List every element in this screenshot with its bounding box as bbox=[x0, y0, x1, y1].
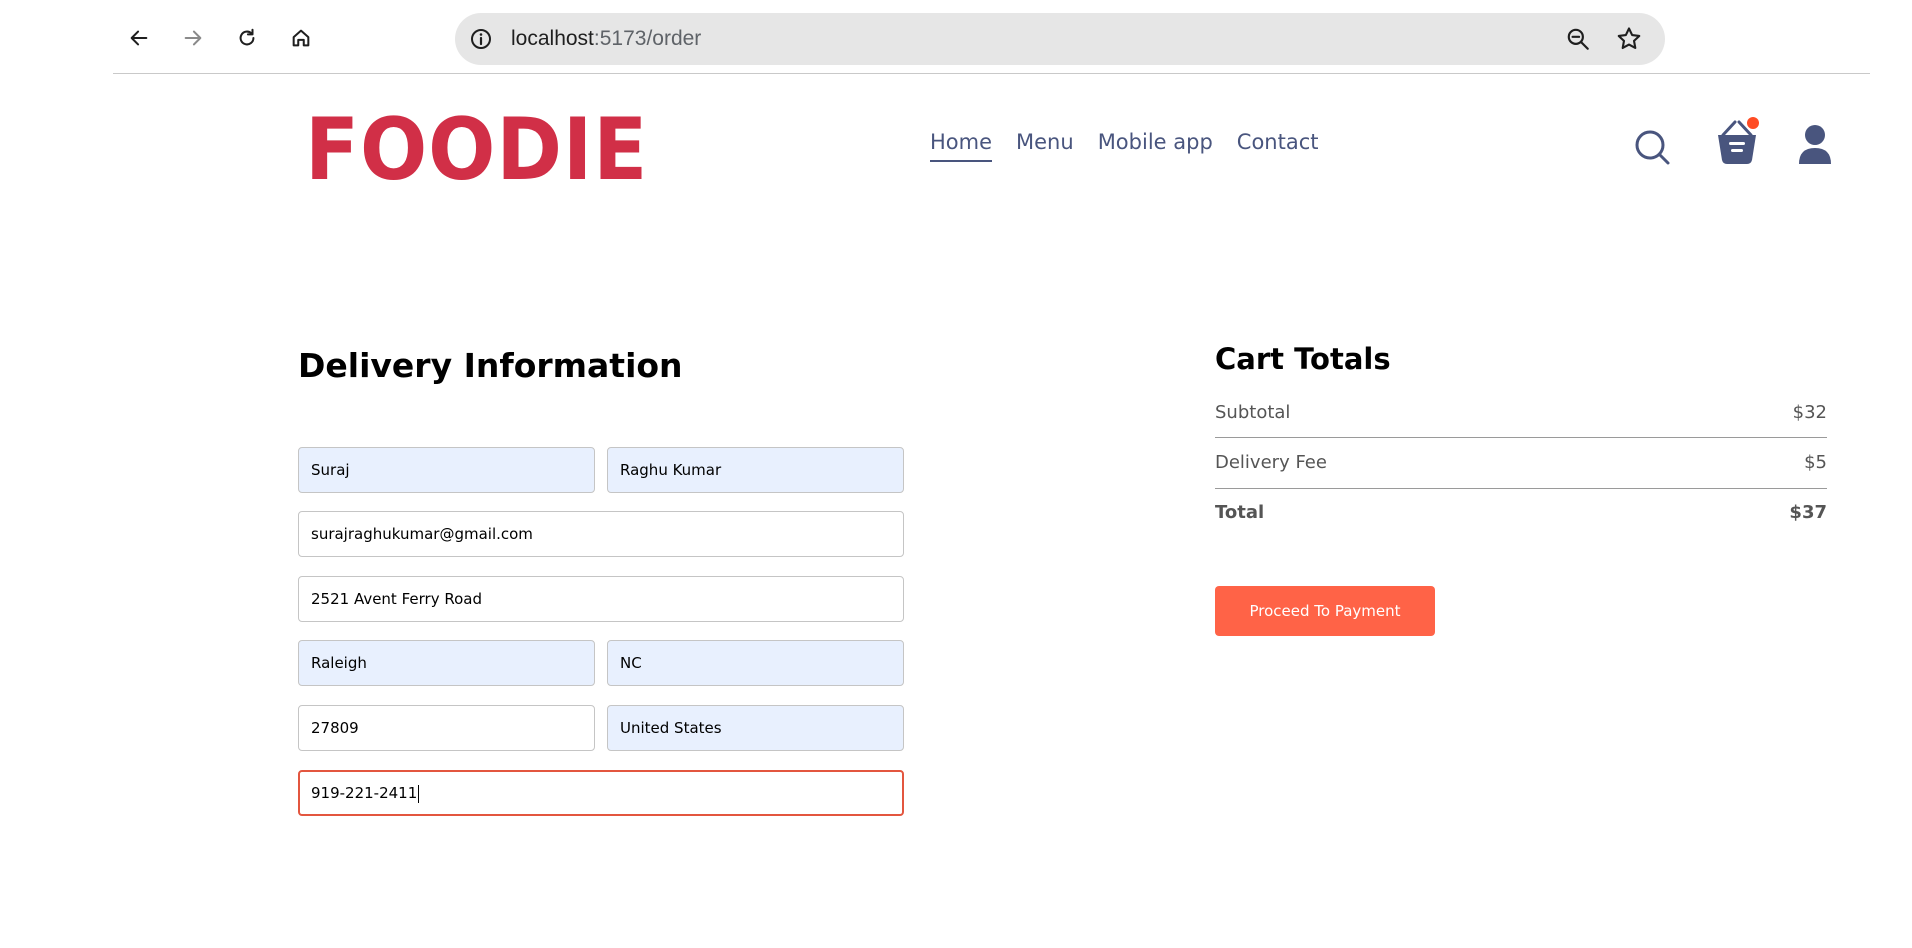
text-caret bbox=[418, 784, 420, 803]
cart-divider bbox=[1215, 488, 1827, 489]
bookmark-star-icon[interactable] bbox=[1615, 25, 1643, 53]
back-icon[interactable] bbox=[123, 22, 155, 54]
delivery-title: Delivery Information bbox=[298, 346, 683, 385]
subtotal-value: $32 bbox=[1792, 402, 1827, 423]
forward-icon[interactable] bbox=[177, 22, 209, 54]
phone-value: 919-221-2411 bbox=[311, 784, 418, 802]
delivery-fee-label: Delivery Fee bbox=[1215, 452, 1327, 473]
delivery-fee-value: $5 bbox=[1804, 452, 1827, 473]
last-name-field[interactable]: Raghu Kumar bbox=[607, 447, 904, 493]
toolbar-divider bbox=[113, 73, 1870, 74]
state-field[interactable]: NC bbox=[607, 640, 904, 686]
subtotal-row: Subtotal $32 bbox=[1215, 402, 1827, 423]
nav-mobile-app[interactable]: Mobile app bbox=[1098, 130, 1213, 162]
total-row: Total $37 bbox=[1215, 502, 1827, 523]
user-icon[interactable] bbox=[1797, 124, 1833, 170]
main-nav: Home Menu Mobile app Contact bbox=[930, 130, 1318, 162]
total-label: Total bbox=[1215, 502, 1265, 523]
delivery-fee-row: Delivery Fee $5 bbox=[1215, 452, 1827, 473]
nav-menu[interactable]: Menu bbox=[1016, 130, 1074, 162]
url-text[interactable]: localhost:5173/order bbox=[511, 25, 701, 53]
city-field[interactable]: Raleigh bbox=[298, 640, 595, 686]
reload-icon[interactable] bbox=[231, 22, 263, 54]
search-icon[interactable] bbox=[1633, 128, 1673, 172]
url-host: localhost bbox=[511, 27, 594, 50]
site-info-icon[interactable] bbox=[469, 27, 493, 51]
site-logo[interactable]: FOODIE bbox=[305, 100, 648, 200]
cart-totals-title: Cart Totals bbox=[1215, 342, 1391, 376]
nav-contact[interactable]: Contact bbox=[1237, 130, 1319, 162]
url-path: :5173/order bbox=[593, 27, 702, 50]
basket-icon[interactable] bbox=[1714, 116, 1760, 170]
cart-divider bbox=[1215, 437, 1827, 438]
zoom-out-icon[interactable] bbox=[1565, 26, 1591, 52]
nav-home[interactable]: Home bbox=[930, 130, 993, 162]
first-name-field[interactable]: Suraj bbox=[298, 447, 595, 493]
address-bar[interactable]: localhost:5173/order bbox=[455, 13, 1665, 65]
country-field[interactable]: United States bbox=[607, 705, 904, 751]
street-field[interactable]: 2521 Avent Ferry Road bbox=[298, 576, 904, 622]
home-icon[interactable] bbox=[285, 22, 317, 54]
zip-code-field[interactable]: 27809 bbox=[298, 705, 595, 751]
proceed-to-payment-button[interactable]: Proceed To Payment bbox=[1215, 586, 1435, 636]
email-field[interactable]: surajraghukumar@gmail.com bbox=[298, 511, 904, 557]
phone-field[interactable]: 919-221-2411 bbox=[298, 770, 904, 816]
total-value: $37 bbox=[1789, 502, 1827, 523]
browser-toolbar: localhost:5173/order bbox=[113, 0, 1870, 73]
subtotal-label: Subtotal bbox=[1215, 402, 1291, 423]
